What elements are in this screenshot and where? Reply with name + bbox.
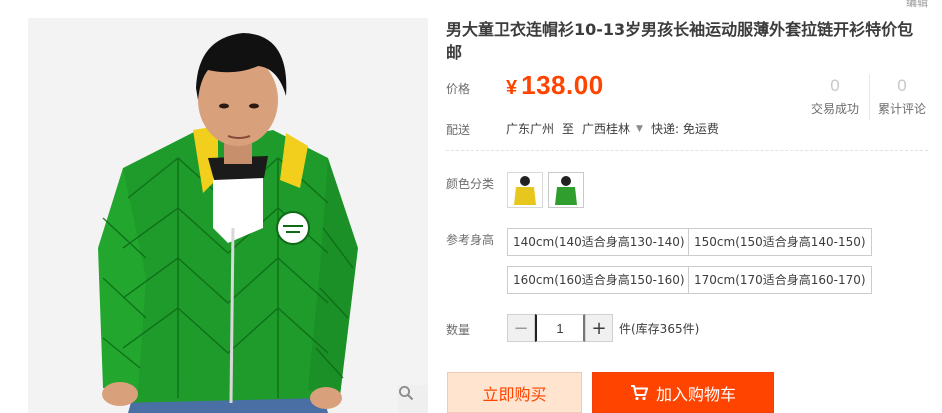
chevron-down-icon[interactable]: ▼ [636, 124, 643, 134]
stat-transactions[interactable]: 0 交易成功 [805, 76, 865, 117]
express-fee: 快递: 免运费 [650, 122, 719, 136]
quantity-input[interactable] [535, 314, 585, 342]
add-to-cart-label: 加入购物车 [655, 384, 736, 404]
product-photo [28, 18, 428, 413]
stat-count: 0 [897, 76, 907, 95]
stock-text: 件(库存365件) [619, 322, 700, 336]
green-hoodie-thumbnail [549, 173, 583, 207]
quantity-decrease-button[interactable]: − [507, 314, 535, 342]
buy-now-button[interactable]: 立即购买 [447, 372, 582, 413]
stat-count: 0 [830, 76, 840, 95]
stat-label: 交易成功 [810, 102, 859, 116]
price: ¥ 138.00 [506, 70, 604, 101]
quantity-stepper: − + [507, 314, 613, 342]
buy-now-label: 立即购买 [482, 384, 547, 404]
size-label: 参考身高 [446, 233, 495, 247]
price-label: 价格 [446, 82, 471, 96]
zoom-button[interactable] [398, 385, 428, 413]
section-divider [446, 150, 928, 151]
corner-link[interactable]: 编辑 [906, 0, 928, 10]
product-title: 男大童卫衣连帽衫10-13岁男孩长袖运动服薄外套拉链开衫特价包邮 [446, 20, 914, 62]
yellow-hoodie-thumbnail [508, 173, 542, 207]
shipping-info: 广东广州 至 广西桂林 ▼ 快递: 免运费 [506, 120, 719, 137]
color-label: 颜色分类 [446, 177, 495, 191]
quantity-label: 数量 [446, 323, 471, 337]
color-option-yellow[interactable] [507, 172, 543, 208]
quantity-increase-button[interactable]: + [585, 314, 613, 342]
cart-icon [630, 384, 648, 400]
currency-symbol: ¥ [506, 77, 518, 99]
magnifier-icon [399, 386, 414, 401]
add-to-cart-button[interactable]: 加入购物车 [592, 372, 774, 413]
stat-divider [869, 74, 870, 120]
stat-reviews[interactable]: 0 累计评论 [872, 76, 932, 117]
size-option-140[interactable]: 140cm(140适合身高130-140) [507, 228, 691, 256]
product-main-image[interactable] [28, 18, 428, 413]
destination-select[interactable]: 广西桂林 [582, 120, 630, 137]
size-option-150[interactable]: 150cm(150适合身高140-150) [688, 228, 872, 256]
color-option-green[interactable] [548, 172, 584, 208]
stat-label: 累计评论 [877, 102, 926, 116]
shipping-label: 配送 [446, 123, 471, 137]
ship-to-word: 至 [562, 122, 575, 136]
ship-from: 广东广州 [506, 122, 555, 136]
price-value: 138.00 [521, 70, 604, 100]
size-option-170[interactable]: 170cm(170适合身高160-170) [688, 266, 872, 294]
size-option-160[interactable]: 160cm(160适合身高150-160) [507, 266, 691, 294]
